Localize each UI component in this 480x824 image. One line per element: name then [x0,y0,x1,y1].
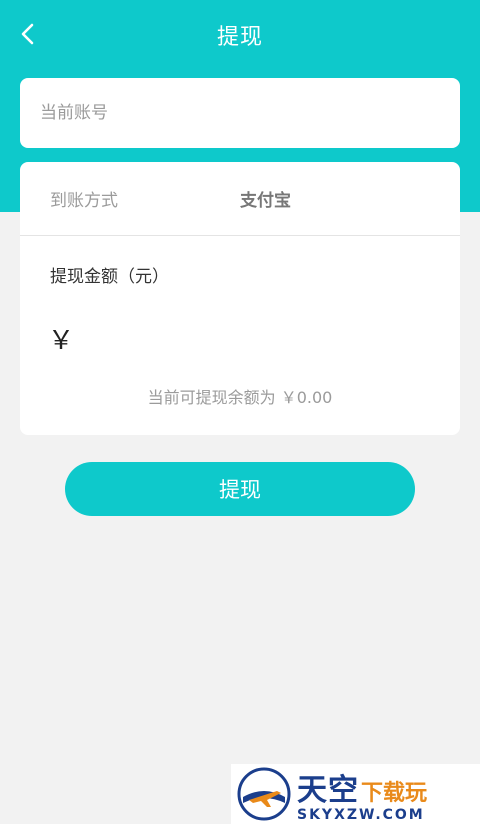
page-title: 提现 [216,25,263,50]
watermark-text: 天空 下载玩 SKYXZW.COM [297,765,427,823]
account-input[interactable] [20,78,460,148]
airplane-globe-logo-icon [237,767,291,821]
top-bar: 提现 [0,0,480,70]
amount-label: 提现金额（元） [50,267,169,287]
currency-symbol: ￥ [48,325,75,356]
payout-method-value: 支付宝 [240,191,291,211]
available-balance-text: 当前可提现余额为 ￥0.00 [147,388,333,407]
watermark-cn-sub: 下载玩 [361,781,428,806]
payout-method-row[interactable]: 到账方式 支付宝 [20,162,460,236]
watermark-cn: 天空 下载玩 [297,765,427,809]
back-button[interactable] [14,18,42,50]
watermark: 天空 下载玩 SKYXZW.COM [231,764,480,824]
amount-row: ￥ [48,314,438,362]
account-card [20,78,460,148]
amount-input[interactable] [82,318,438,358]
chevron-left-icon [21,23,34,45]
withdraw-card: 到账方式 支付宝 提现金额（元） ￥ 当前可提现余额为 ￥0.00 [20,162,460,435]
watermark-cn-main: 天空 [297,773,359,808]
payout-method-label: 到账方式 [50,191,118,211]
watermark-en: SKYXZW.COM [297,807,425,823]
withdraw-submit-button[interactable]: 提现 [65,462,415,516]
